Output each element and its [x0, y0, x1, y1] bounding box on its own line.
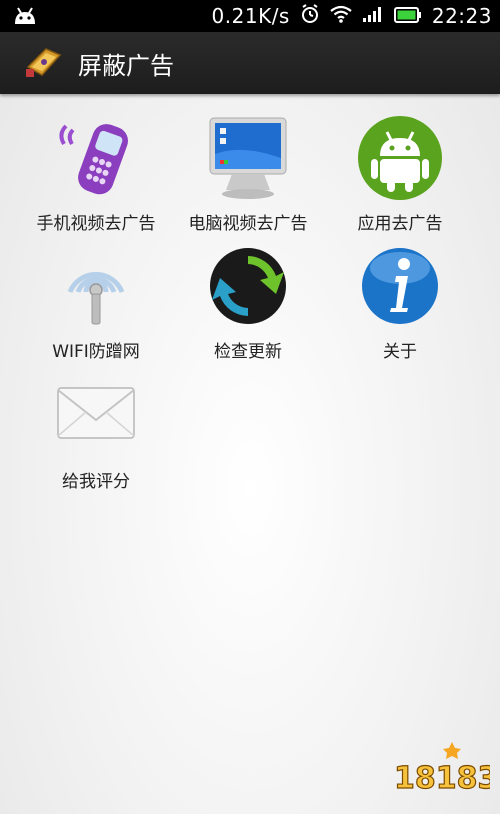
menu-label: 给我评分 [62, 472, 130, 492]
svg-text:18183: 18183 [394, 761, 490, 796]
menu-item-about[interactable]: 关于 [320, 242, 480, 362]
status-bar: 0.21K/s 22:23 [0, 0, 500, 32]
status-time: 22:23 [431, 4, 492, 28]
menu-item-wifi-anti-leech[interactable]: WIFI防蹭网 [16, 242, 176, 362]
menu-label: 手机视频去广告 [36, 214, 156, 234]
action-bar: 屏蔽广告 [0, 32, 500, 94]
app-logo-icon[interactable] [24, 45, 64, 83]
android-notification-icon [12, 6, 38, 30]
info-icon [362, 248, 438, 324]
wifi-antenna-icon [67, 271, 125, 325]
watermark-logo: 18183 [390, 738, 499, 802]
menu-item-app-ads[interactable]: 应用去广告 [320, 114, 480, 234]
menu-item-rate-us[interactable]: 给我评分 [16, 372, 176, 492]
menu-item-pc-video-ads[interactable]: 电脑视频去广告 [168, 114, 328, 234]
computer-monitor-icon [209, 117, 287, 199]
purple-phone-icon [59, 124, 128, 195]
menu-label: 应用去广告 [357, 214, 443, 234]
wifi-icon [330, 4, 352, 28]
menu-label: 电脑视频去广告 [188, 214, 308, 234]
page-title: 屏蔽广告 [78, 52, 174, 80]
refresh-arrows-icon [210, 248, 286, 324]
menu-label: 检查更新 [214, 342, 282, 362]
android-robot-icon [358, 116, 442, 200]
network-speed: 0.21K/s [211, 4, 290, 28]
menu-label: WIFI防蹭网 [52, 342, 140, 362]
menu-item-phone-video-ads[interactable]: 手机视频去广告 [16, 114, 176, 234]
alarm-icon [300, 3, 320, 29]
signal-icon [362, 4, 384, 28]
menu-item-check-update[interactable]: 检查更新 [168, 242, 328, 362]
envelope-icon [57, 387, 135, 439]
battery-icon [393, 4, 422, 28]
menu-label: 关于 [383, 342, 417, 362]
